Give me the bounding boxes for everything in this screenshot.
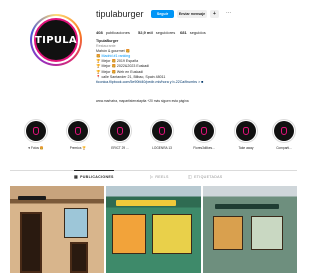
post-thumbnail[interactable] bbox=[10, 186, 105, 273]
highlight-item[interactable]: ♥ Fotos 🍔 bbox=[22, 119, 50, 150]
highlight-item[interactable]: Premios 🏆 bbox=[64, 119, 92, 150]
highlight-label: ERICT 29 ... bbox=[111, 146, 129, 150]
tab-reels[interactable]: ▷ REELS bbox=[150, 174, 169, 179]
post-thumbnail[interactable] bbox=[106, 186, 201, 273]
followed-by-text[interactable]: www.marhatra, mapartisterratapita +20 má… bbox=[96, 99, 189, 103]
storefront-sign bbox=[18, 196, 46, 200]
profile-username: tipulaburger bbox=[96, 9, 144, 19]
stat-followers-count: 52,9 mil bbox=[138, 30, 153, 35]
stat-following-label: seguidos bbox=[189, 30, 206, 35]
highlight-item[interactable]: ERICT 29 ... bbox=[106, 119, 134, 150]
stat-followers-label: seguidores bbox=[155, 30, 176, 35]
highlight-item[interactable]: Comparti... bbox=[270, 119, 298, 150]
avatar[interactable]: TIPULA bbox=[32, 16, 80, 64]
follow-button[interactable]: Seguir bbox=[151, 10, 174, 18]
highlight-cover bbox=[66, 119, 90, 143]
storefront-window bbox=[250, 216, 283, 250]
highlight-cover bbox=[108, 119, 132, 143]
tab-posts[interactable]: ▦ PUBLICACIONES bbox=[74, 170, 114, 179]
stat-posts: 408 publicaciones bbox=[96, 30, 130, 35]
avatar-logo: TIPULA bbox=[34, 18, 78, 62]
highlight-label: Premios 🏆 bbox=[69, 146, 87, 150]
post-grid bbox=[10, 186, 297, 273]
tab-divider bbox=[10, 170, 297, 171]
suggest-user-button[interactable]: + bbox=[210, 10, 219, 18]
storefront-sign bbox=[214, 204, 279, 209]
tab-reels-label: REELS bbox=[155, 174, 169, 179]
storefront-sign bbox=[116, 200, 177, 206]
stat-posts-label: publicaciones bbox=[105, 30, 130, 35]
storefront-window bbox=[112, 214, 147, 254]
highlight-label: Take away bbox=[238, 146, 254, 150]
highlight-label: Comparti... bbox=[276, 146, 292, 150]
bio-link[interactable]: ticonica.flipbook.com/5e90fd40/pedir-mb/… bbox=[96, 80, 286, 85]
post-thumbnail[interactable] bbox=[202, 186, 297, 273]
tab-tagged[interactable]: ◫ ETIQUETADAS bbox=[188, 174, 223, 179]
grid-icon: ▦ bbox=[74, 174, 79, 179]
reels-icon: ▷ bbox=[150, 174, 154, 179]
message-button[interactable]: Enviar mensaje bbox=[177, 10, 207, 18]
more-options-icon[interactable]: ··· bbox=[226, 10, 231, 16]
tab-posts-label: PUBLICACIONES bbox=[80, 174, 114, 179]
storefront-window bbox=[152, 214, 193, 254]
profile-avatar-ring[interactable]: TIPULA bbox=[30, 14, 82, 66]
stat-following-count: 681 bbox=[180, 30, 187, 35]
storefront-window bbox=[64, 208, 88, 238]
highlight-cover bbox=[192, 119, 216, 143]
highlight-item[interactable]: Flores3dilkes... bbox=[190, 119, 218, 150]
avatar-logo-text: TIPULA bbox=[35, 34, 77, 46]
highlight-label: LOGENRA 13 bbox=[152, 146, 172, 150]
highlight-cover bbox=[272, 119, 296, 143]
highlight-label: Flores3dilkes... bbox=[193, 146, 215, 150]
stat-followers[interactable]: 52,9 mil seguidores bbox=[138, 30, 175, 35]
tagged-icon: ◫ bbox=[188, 174, 193, 179]
highlight-cover bbox=[234, 119, 258, 143]
storefront-window bbox=[212, 216, 243, 250]
stat-following[interactable]: 681 seguidos bbox=[180, 30, 206, 35]
stat-posts-count: 408 bbox=[96, 30, 103, 35]
highlight-cover bbox=[24, 119, 48, 143]
highlight-cover bbox=[150, 119, 174, 143]
story-highlights: ♥ Fotos 🍔 Premios 🏆 ERICT 29 ... LOGENRA… bbox=[22, 119, 298, 155]
profile-bio: TipulaBurger Restaurante Mahón & gourmet… bbox=[96, 39, 286, 85]
highlight-label: ♥ Fotos 🍔 bbox=[28, 146, 44, 150]
storefront-door bbox=[20, 212, 42, 273]
highlight-item[interactable]: Take away bbox=[232, 119, 260, 150]
tab-tagged-label: ETIQUETADAS bbox=[194, 174, 223, 179]
storefront-door bbox=[70, 242, 88, 273]
highlight-item[interactable]: LOGENRA 13 bbox=[148, 119, 176, 150]
